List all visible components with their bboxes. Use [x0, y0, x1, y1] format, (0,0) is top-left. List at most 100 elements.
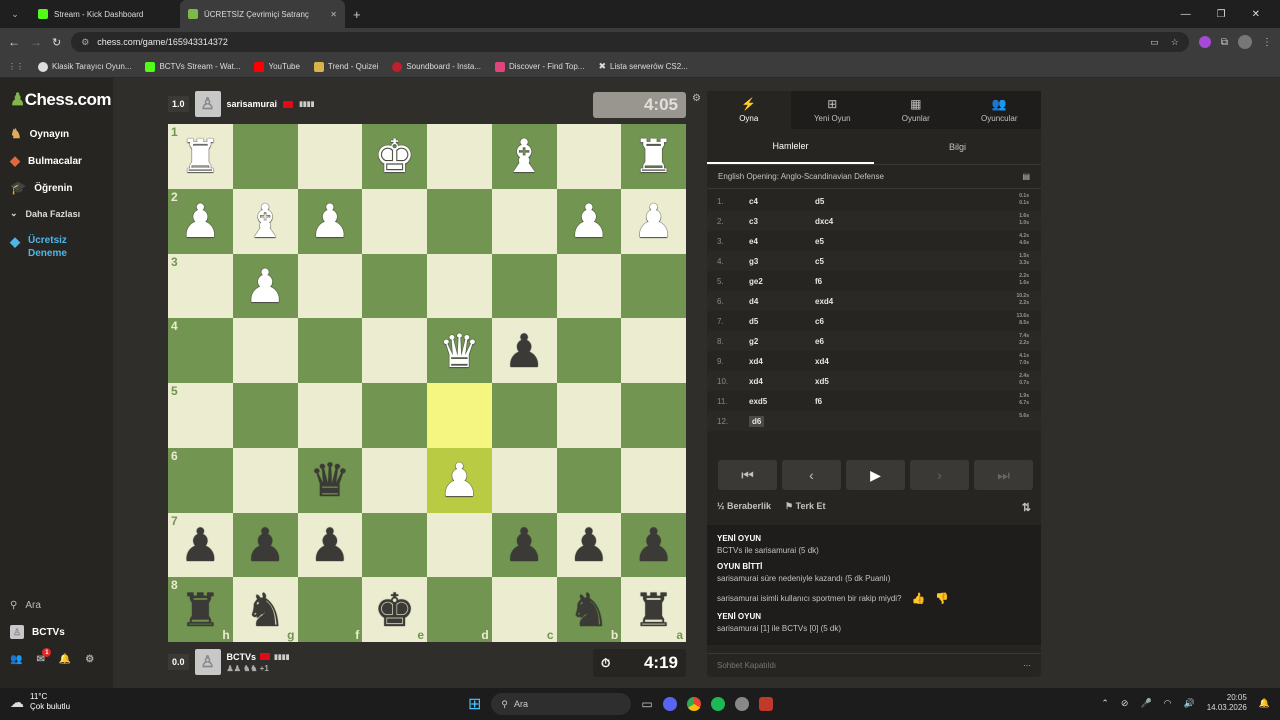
board-square[interactable]: a ♜: [621, 577, 686, 642]
black-pawn-piece[interactable]: ♟: [245, 522, 286, 568]
sidebar-item-learn[interactable]: 🎓 Öğrenin: [10, 180, 73, 196]
tab-chess[interactable]: ÜCRETSİZ Çevrimiçi Satranç ✕: [180, 0, 345, 28]
board-square[interactable]: 7 ♟: [168, 512, 233, 578]
friends-icon[interactable]: 👥: [10, 654, 22, 665]
chess-logo[interactable]: ♟Chess.com: [10, 90, 111, 110]
black-move[interactable]: f6: [815, 397, 881, 406]
microphone-icon[interactable]: 🎤: [1140, 698, 1151, 709]
white-pawn-piece[interactable]: ♟: [245, 263, 286, 309]
board-square[interactable]: [297, 383, 363, 448]
bookmark[interactable]: Klasik Tarayıcı Oyun...: [38, 61, 131, 72]
white-move[interactable]: c4: [749, 197, 815, 206]
sidebar-search[interactable]: ⚲ Ara: [10, 600, 41, 611]
white-rook-piece[interactable]: ♜: [180, 133, 221, 179]
board-square[interactable]: 3: [168, 253, 233, 319]
board-square[interactable]: [427, 512, 492, 578]
board-square[interactable]: [556, 253, 622, 319]
black-move[interactable]: f6: [815, 277, 881, 286]
board-square[interactable]: [297, 253, 363, 319]
black-move[interactable]: xd5: [815, 377, 881, 386]
board-square[interactable]: ♛: [297, 447, 363, 513]
board-square[interactable]: ♝: [491, 124, 557, 189]
steam-icon[interactable]: [734, 697, 749, 711]
board-square[interactable]: [621, 318, 686, 383]
board-square[interactable]: ♟: [621, 512, 686, 578]
black-move[interactable]: e6: [815, 337, 881, 346]
menu-icon[interactable]: ⋮: [1262, 37, 1272, 48]
extension-icon[interactable]: [1198, 36, 1211, 48]
board-square[interactable]: ♟: [232, 253, 298, 319]
reload-icon[interactable]: ↻: [52, 36, 61, 49]
white-move[interactable]: xd4: [749, 357, 815, 366]
board-square[interactable]: [556, 383, 622, 448]
sidebar-user[interactable]: ♙ BCTVs: [10, 625, 65, 639]
board-square[interactable]: b ♞: [556, 577, 622, 642]
black-pawn-piece[interactable]: ♟: [568, 522, 609, 568]
board-square[interactable]: ♟: [621, 188, 686, 254]
white-pawn-piece[interactable]: ♟: [633, 198, 674, 244]
tab-new-game[interactable]: ⊞ Yeni Oyun: [791, 91, 875, 129]
window-close-icon[interactable]: ✕: [1252, 9, 1260, 20]
black-move[interactable]: xd4: [815, 357, 881, 366]
black-pawn-piece[interactable]: ♟: [504, 522, 545, 568]
white-rook-piece[interactable]: ♜: [633, 133, 674, 179]
white-move[interactable]: g2: [749, 337, 815, 346]
first-move-button[interactable]: ⏮: [718, 460, 777, 490]
black-move[interactable]: c6: [815, 317, 881, 326]
black-pawn-piece[interactable]: ♟: [633, 522, 674, 568]
network-icon[interactable]: ⊘: [1121, 698, 1129, 709]
white-move[interactable]: d5: [749, 317, 815, 326]
white-move[interactable]: exd5: [749, 397, 815, 406]
white-move[interactable]: c3: [749, 217, 815, 226]
black-pawn-piece[interactable]: ♟: [309, 522, 350, 568]
shield-app-icon[interactable]: [758, 697, 773, 711]
board-square[interactable]: g ♞: [232, 577, 298, 642]
board-square[interactable]: [556, 124, 622, 189]
board-square[interactable]: f: [297, 577, 363, 642]
apps-icon[interactable]: ⋮⋮: [8, 62, 24, 71]
bookmark[interactable]: Discover - Find Top...: [495, 61, 584, 72]
site-info-icon[interactable]: ⚙: [81, 37, 89, 48]
spotify-icon[interactable]: [710, 697, 725, 711]
chrome-icon[interactable]: [686, 697, 701, 711]
last-move-button[interactable]: ⏭: [974, 460, 1033, 490]
board-square[interactable]: ♟: [232, 512, 298, 578]
white-pawn-piece[interactable]: ♟: [568, 198, 609, 244]
board-square[interactable]: [297, 124, 363, 189]
board-square[interactable]: [297, 318, 363, 383]
bookmark[interactable]: YouTube: [254, 61, 300, 72]
board-square[interactable]: [491, 188, 557, 254]
tab-search-icon[interactable]: ⌄: [0, 9, 30, 20]
gear-icon[interactable]: ⚙: [85, 654, 94, 665]
board-square[interactable]: [427, 253, 492, 319]
board-square[interactable]: ♟: [427, 447, 492, 513]
avatar[interactable]: ♙: [194, 91, 221, 117]
tab-moves[interactable]: Hamleler: [707, 129, 874, 164]
board-square[interactable]: [427, 188, 492, 254]
board-square[interactable]: 5: [168, 383, 233, 448]
sidebar-item-puzzles[interactable]: ◆ Bulmacalar: [10, 153, 82, 169]
board-square[interactable]: ♟: [491, 318, 557, 383]
board-square[interactable]: [621, 447, 686, 513]
board-square[interactable]: 4: [168, 318, 233, 383]
thumbs-up-icon[interactable]: 👍: [912, 593, 926, 605]
address-bar[interactable]: ⚙ chess.com/game/165943314372 ▭ ☆: [71, 32, 1189, 52]
extensions-puzzle-icon[interactable]: ⧉: [1221, 37, 1228, 48]
tab-players[interactable]: 👥 Oyuncular: [958, 91, 1042, 129]
weather-widget[interactable]: ☁ 11°C Çok bulutlu: [10, 692, 70, 712]
settings-gear-icon[interactable]: ⚙: [692, 93, 701, 104]
close-icon[interactable]: ✕: [330, 10, 337, 19]
board-square[interactable]: [621, 253, 686, 319]
white-move[interactable]: ge2: [749, 277, 815, 286]
board-square[interactable]: [362, 318, 427, 383]
board-square[interactable]: e ♚: [362, 577, 427, 642]
new-tab-icon[interactable]: +: [353, 7, 361, 22]
avatar[interactable]: ♙: [194, 649, 221, 675]
sidebar-item-more[interactable]: ⌄ Daha Fazlası: [10, 208, 80, 219]
board-square[interactable]: ♟: [297, 512, 363, 578]
board-square[interactable]: [621, 383, 686, 448]
board-square[interactable]: c: [491, 577, 557, 642]
thumbs-down-icon[interactable]: 👎: [935, 593, 949, 605]
board-square[interactable]: ♚: [362, 124, 427, 189]
notification-icon[interactable]: 🔔: [1259, 698, 1270, 709]
